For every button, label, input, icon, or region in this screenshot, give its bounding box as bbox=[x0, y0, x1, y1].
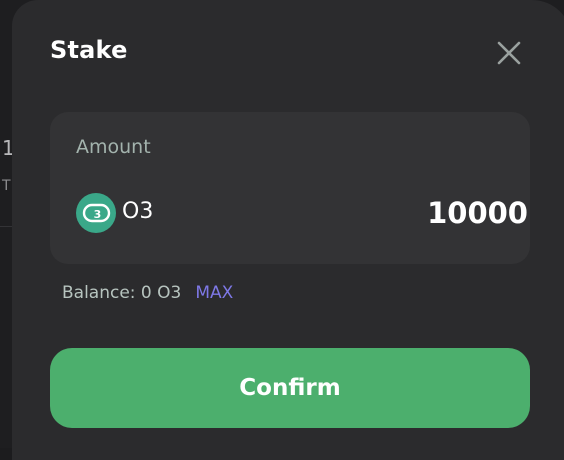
background-text-fragment: T bbox=[2, 178, 11, 194]
token-symbol: O3 bbox=[122, 199, 154, 224]
amount-label: Amount bbox=[76, 136, 151, 158]
max-button[interactable]: MAX bbox=[195, 283, 233, 303]
stake-modal: Stake Amount 3 O3 Balance: 0 O3 MAX Confi… bbox=[12, 0, 564, 460]
amount-input[interactable] bbox=[288, 193, 528, 233]
close-button[interactable] bbox=[494, 38, 524, 68]
token-row: 3 O3 bbox=[76, 193, 528, 233]
balance-row: Balance: 0 O3 MAX bbox=[62, 283, 233, 303]
balance-text: Balance: 0 O3 bbox=[62, 283, 182, 303]
amount-card: Amount 3 O3 bbox=[50, 112, 530, 264]
o3-token-logo-icon: 3 bbox=[76, 193, 116, 233]
modal-title: Stake bbox=[50, 36, 128, 64]
background-divider bbox=[0, 226, 12, 227]
confirm-button[interactable]: Confirm bbox=[50, 348, 530, 428]
close-icon bbox=[497, 41, 521, 65]
svg-text:3: 3 bbox=[94, 208, 102, 221]
